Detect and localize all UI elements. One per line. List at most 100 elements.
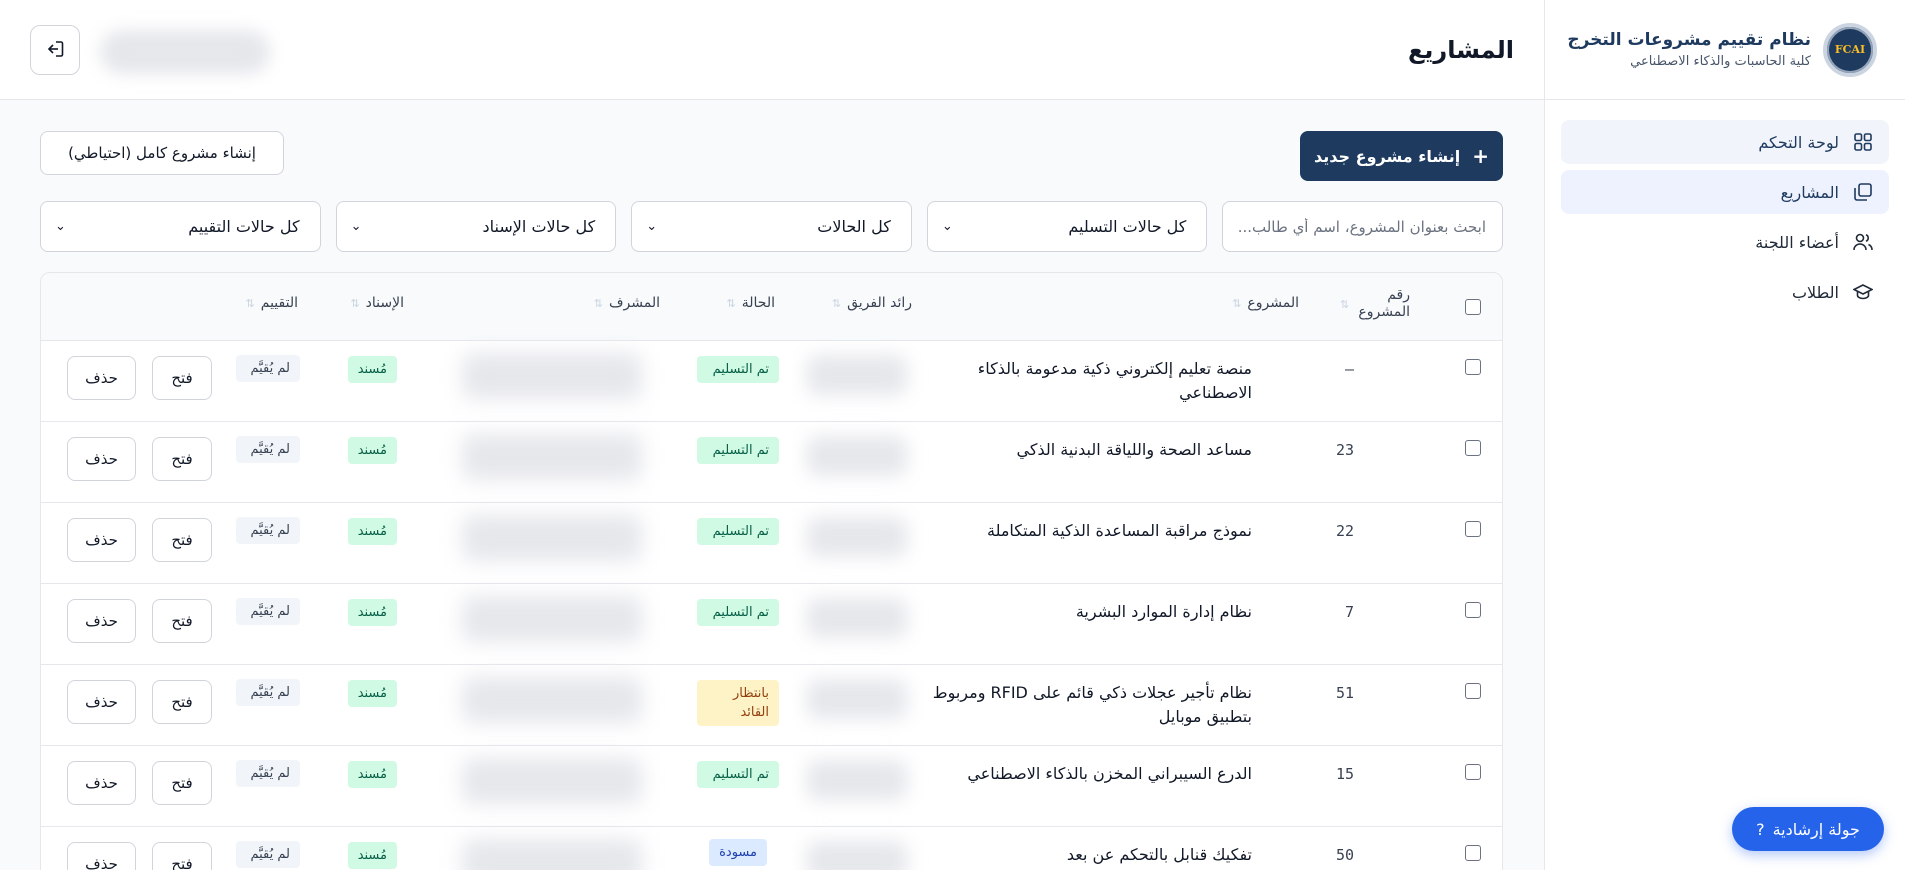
row-checkbox[interactable] [1465,521,1481,537]
status-badge: تم التسليم [697,437,779,464]
sidebar-item-dashboard[interactable]: لوحة التحكم [1561,120,1889,164]
user-info-redacted [100,30,270,74]
row-checkbox[interactable] [1465,359,1481,375]
new-project-button[interactable]: + إنشاء مشروع جديد [1300,131,1503,181]
delivery-filter-select[interactable]: كل حالات التسليم ⌄ [926,201,1208,252]
sort-icon: ⇅ [726,296,736,310]
th-number[interactable]: رقم المشروع ⇅ [1340,287,1410,321]
status-badge: تم التسليم [697,761,779,788]
delete-button[interactable]: حذف [67,680,136,724]
project-number: 23 [1335,441,1354,459]
college-logo: FCAI [1823,22,1877,77]
delete-button[interactable]: حذف [67,599,136,643]
app-title: نظام تقييم مشروعات التخرج [1567,30,1811,50]
team-leader-redacted [807,679,907,719]
sidebar-item-label: المشاريع [1780,182,1839,202]
th-rating[interactable]: التقييم ⇅ [246,295,298,311]
graduation-cap-icon [1853,282,1873,302]
table-row: 7 نظام إدارة الموارد البشرية تم التسليم … [41,584,1502,665]
status-badge: تم التسليم [697,356,779,383]
table-row: 51 نظام تأجير عجلات ذكي قائم على RFID وم… [41,665,1502,746]
delete-button[interactable]: حذف [67,518,136,562]
search-input[interactable] [1222,201,1503,252]
open-button[interactable]: فتح [152,680,212,724]
project-title: تفكيك قنابل بالتحكم عن بعد [1066,845,1252,864]
delete-button[interactable]: حذف [67,356,136,400]
open-button[interactable]: فتح [152,761,212,805]
rating-badge: لم يُقيَّم [236,679,300,706]
team-leader-redacted [807,355,907,395]
assignment-badge: مُسند [347,356,397,383]
row-checkbox[interactable] [1465,602,1481,618]
assignment-badge: مُسند [347,842,397,869]
sidebar-item-projects[interactable]: المشاريع [1561,170,1889,214]
rating-badge: لم يُقيَّم [236,517,300,544]
sidebar-item-label: لوحة التحكم [1758,132,1839,152]
sort-icon: ⇅ [350,296,360,310]
row-checkbox[interactable] [1465,440,1481,456]
filters-bar: كل حالات التسليم ⌄ كل الحالات ⌄ كل حالات… [40,201,1503,252]
select-all-checkbox[interactable] [1465,299,1481,315]
assignment-filter-select[interactable]: كل حالات الإسناد ⌄ [335,201,617,252]
project-title: نظام تأجير عجلات ذكي قائم على RFID ومربو… [932,683,1252,726]
open-button[interactable]: فتح [152,599,212,643]
team-leader-redacted [807,841,907,870]
project-title: مساعد الصحة واللياقة البدنية الذكي [1016,440,1252,459]
delete-button[interactable]: حذف [67,842,136,870]
team-leader-redacted [807,760,907,800]
sidebar-item-students[interactable]: الطلاب [1561,270,1889,314]
sidebar-item-committee[interactable]: أعضاء اللجنة [1561,220,1889,264]
logout-button[interactable] [30,25,80,75]
table-row: 50 تفكيك قنابل بالتحكم عن بعد مسودة مُسن… [41,827,1502,870]
project-title: نظام إدارة الموارد البشرية [1075,602,1252,621]
projects-icon [1853,182,1873,202]
guided-tour-button[interactable]: جولة إرشادية ? [1732,807,1884,851]
table-row: 15 الدرع السيبراني المخزن بالذكاء الاصطن… [41,746,1502,827]
th-leader[interactable]: رائد الفريق ⇅ [832,295,912,311]
rating-badge: لم يُقيَّم [236,841,300,868]
row-checkbox[interactable] [1465,764,1481,780]
sort-icon: ⇅ [1232,296,1242,310]
supervisor-redacted [462,434,642,480]
assignment-badge: مُسند [347,761,397,788]
open-button[interactable]: فتح [152,437,212,481]
users-icon [1853,232,1873,252]
project-number: 51 [1335,684,1354,702]
th-project[interactable]: المشروع ⇅ [1232,295,1299,311]
delete-button[interactable]: حذف [67,437,136,481]
chevron-down-icon: ⌄ [941,219,953,234]
assignment-badge: مُسند [347,599,397,626]
delete-button[interactable]: حذف [67,761,136,805]
open-button[interactable]: فتح [152,842,212,870]
open-button[interactable]: فتح [152,518,212,562]
th-status[interactable]: الحالة ⇅ [727,295,775,311]
rating-badge: لم يُقيَّم [236,598,300,625]
open-button[interactable]: فتح [152,356,212,400]
sort-icon: ⇅ [831,296,842,310]
evaluation-filter-select[interactable]: كل حالات التقييم ⌄ [40,201,321,252]
supervisor-redacted [462,596,642,642]
rating-badge: لم يُقيَّم [236,760,300,787]
app-subtitle: كلية الحاسبات والذكاء الاصطناعي [1630,54,1811,69]
table-header: رقم المشروع ⇅ المشروع ⇅ رائد الفريق ⇅ ال… [41,273,1502,341]
th-assignment[interactable]: الإسناد ⇅ [350,295,404,311]
dashboard-icon [1853,132,1873,152]
sort-icon: ⇅ [245,296,255,310]
chevron-down-icon: ⌄ [55,219,66,234]
rating-badge: لم يُقيَّم [236,436,300,463]
row-checkbox[interactable] [1465,845,1481,861]
page-title: المشاريع [1408,36,1514,64]
project-title: نموذج مراقبة المساعدة الذكية المتكاملة [986,521,1252,540]
status-badge: تم التسليم [697,518,779,545]
main-content: + إنشاء مشروع جديد إنشاء مشروع كامل (احت… [0,100,1544,870]
status-badge: بانتظار القائد [697,680,779,726]
sidebar: FCAI نظام تقييم مشروعات التخرج كلية الحا… [1544,0,1905,870]
team-leader-redacted [807,517,907,557]
status-badge: مسودة [709,839,767,866]
project-number: — [1344,360,1354,378]
table-row: 22 نموذج مراقبة المساعدة الذكية المتكامل… [41,503,1502,584]
status-filter-select[interactable]: كل الحالات ⌄ [631,201,912,252]
th-supervisor[interactable]: المشرف ⇅ [594,295,660,311]
full-project-button[interactable]: إنشاء مشروع كامل (احتياطي) [40,131,284,175]
row-checkbox[interactable] [1465,683,1481,699]
